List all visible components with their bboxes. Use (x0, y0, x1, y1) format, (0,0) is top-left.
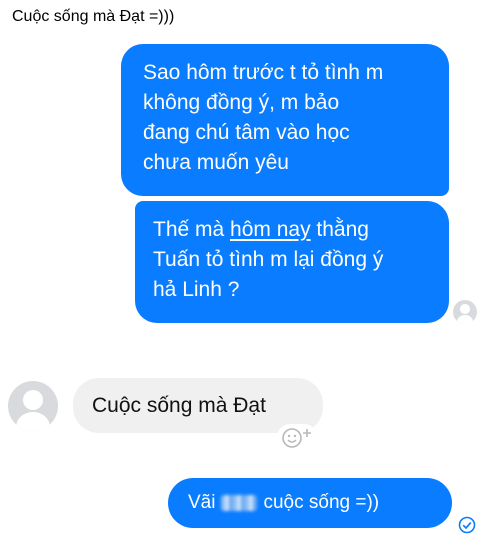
message-line: hả Linh ? (153, 278, 240, 301)
message-text: Thế mà (153, 218, 231, 241)
message-text: Vãi (188, 492, 216, 513)
message-text: thằng (310, 218, 369, 241)
add-reaction-button[interactable] (277, 424, 317, 450)
message-line: Thế mà hôm nay thằng (153, 215, 449, 245)
message-bubble-outgoing[interactable]: Sao hôm trước t tỏ tình m không đồng ý, … (121, 44, 449, 196)
chat-thread: Sao hôm trước t tỏ tình m không đồng ý, … (0, 0, 480, 547)
message-bubble-outgoing[interactable]: Thế mà hôm nay thằng Tuấn tỏ tình m lại … (135, 201, 449, 323)
message-line: Tuấn tỏ tình m lại đồng ý (153, 248, 384, 271)
smiley-plus-icon (282, 428, 311, 448)
message-line: đang chú tâm vào học (143, 121, 350, 144)
seen-avatar-icon (453, 300, 477, 324)
message-line: không đồng ý, m bảo (143, 91, 340, 114)
message-text: cuộc sống =)) (263, 492, 380, 513)
sender-avatar-icon[interactable] (8, 381, 58, 431)
blurred-word (221, 494, 258, 511)
message-line: chưa muốn yêu (143, 151, 289, 174)
message-bubble-outgoing[interactable]: Vãi cuộc sống =)) (168, 478, 452, 528)
check-circle-icon (458, 516, 476, 534)
message-line: Sao hôm trước t tỏ tình m (143, 61, 384, 84)
underlined-text: hôm nay (230, 218, 311, 241)
